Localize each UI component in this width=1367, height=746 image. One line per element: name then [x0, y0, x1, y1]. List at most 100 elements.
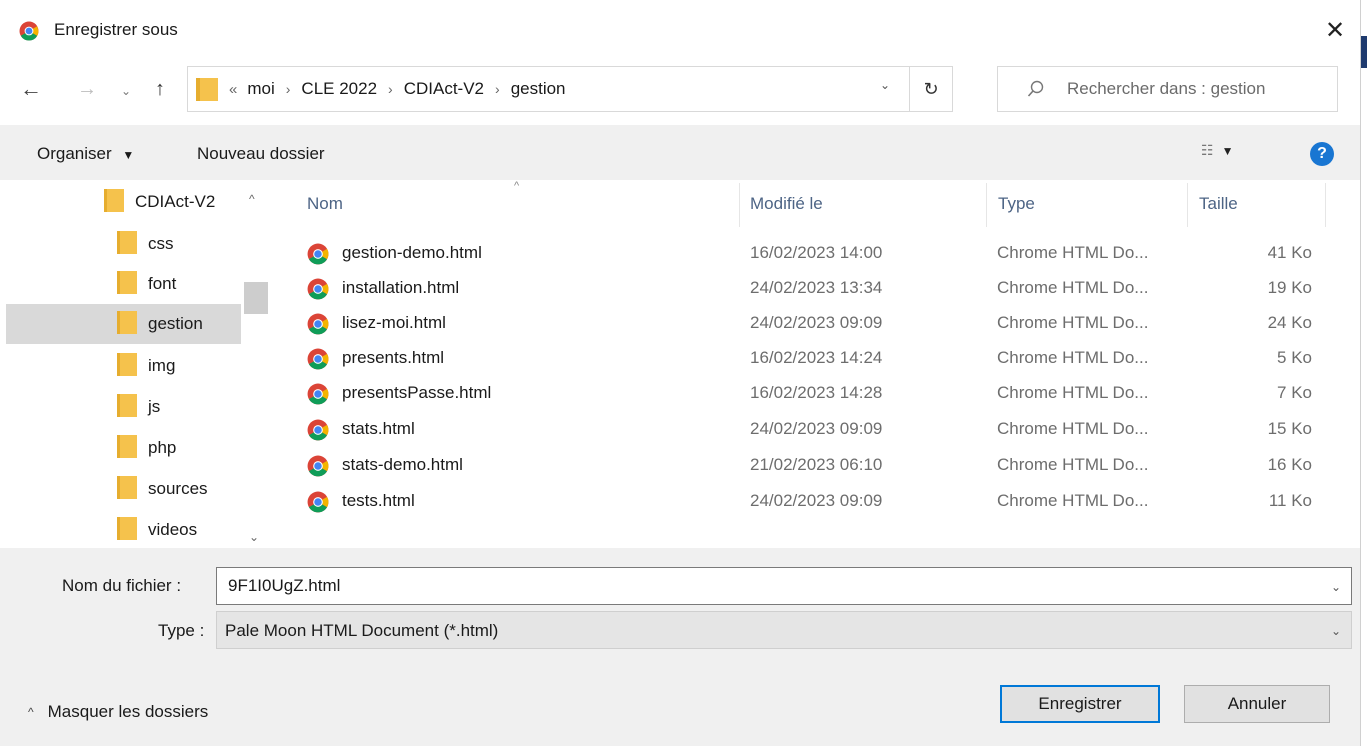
file-modified: 24/02/2023 09:09 [750, 491, 883, 510]
tree-item-font[interactable]: font [0, 264, 241, 304]
file-type: Chrome HTML Do... [997, 348, 1149, 367]
tree-item-label: css [148, 234, 174, 253]
tree-item-sources[interactable]: sources [0, 469, 241, 509]
file-name: stats.html [342, 419, 415, 438]
column-divider[interactable] [986, 183, 987, 227]
scroll-down-icon[interactable]: ⌄ [249, 530, 259, 544]
chrome-html-file-icon [307, 278, 329, 305]
chevron-down-icon[interactable]: ⌄ [1331, 580, 1341, 594]
folder-icon [116, 269, 138, 300]
scroll-up-icon[interactable]: ^ [249, 192, 255, 206]
file-row[interactable]: stats.html 24/02/2023 09:09 Chrome HTML … [272, 413, 1332, 448]
file-modified: 24/02/2023 13:34 [750, 278, 883, 297]
folder-icon [116, 392, 138, 423]
folder-icon [116, 351, 138, 382]
window-title: Enregistrer sous [54, 20, 178, 39]
breadcrumb-separator[interactable]: › [388, 81, 393, 97]
up-button[interactable]: ↑ [147, 74, 173, 104]
folder-icon [195, 76, 219, 107]
hide-folders-button[interactable]: ^ Masquer les dossiers [28, 702, 208, 722]
folder-icon [116, 433, 138, 464]
file-row[interactable]: lisez-moi.html 24/02/2023 09:09 Chrome H… [272, 307, 1332, 342]
chrome-icon [19, 21, 39, 41]
chrome-html-file-icon [307, 313, 329, 340]
tree-item-label: sources [148, 479, 208, 498]
tree-item-php[interactable]: php [0, 428, 241, 468]
back-button[interactable]: ← [18, 74, 44, 104]
type-label: Type : [158, 621, 205, 640]
window-edge [1360, 0, 1367, 746]
file-name: presentsPasse.html [342, 383, 492, 402]
tree-item-label: gestion [148, 314, 203, 333]
column-divider[interactable] [1187, 183, 1188, 227]
tree-item-css[interactable]: css [0, 224, 241, 264]
tree-scrollbar[interactable] [241, 180, 269, 548]
file-size: 24 Ko [1267, 313, 1312, 332]
save-button[interactable]: Enregistrer [1000, 685, 1160, 723]
file-type: Chrome HTML Do... [997, 313, 1149, 332]
new-folder-button[interactable]: Nouveau dossier [197, 144, 325, 164]
chrome-html-file-icon [307, 383, 329, 410]
chevron-up-icon: ^ [28, 705, 34, 719]
file-size: 41 Ko [1267, 243, 1312, 262]
breadcrumb-item-moi[interactable]: moi [247, 79, 274, 99]
column-header-name[interactable]: Nom [307, 194, 343, 214]
column-header-modified[interactable]: Modifié le [750, 194, 823, 214]
breadcrumb-item-gestion[interactable]: gestion [511, 79, 566, 99]
tree-item-videos[interactable]: videos [0, 510, 241, 550]
filename-label: Nom du fichier : [62, 576, 182, 595]
tree-item-js[interactable]: js [0, 387, 241, 427]
file-size: 11 Ko [1268, 491, 1312, 510]
address-history-dropdown[interactable]: ⌄ [880, 78, 890, 92]
refresh-button[interactable]: ↻ [909, 66, 953, 112]
help-icon[interactable]: ? [1310, 142, 1334, 166]
file-row[interactable]: presents.html 16/02/2023 14:24 Chrome HT… [272, 342, 1332, 377]
sort-ascending-icon: ^ [514, 180, 520, 192]
tree-item-label: js [148, 397, 161, 416]
column-divider[interactable] [1325, 183, 1326, 227]
organize-button[interactable]: Organiser ▼ [37, 144, 134, 164]
breadcrumb-item-cle-2022[interactable]: CLE 2022 [301, 79, 377, 99]
recent-locations-button[interactable]: ⌄ [113, 76, 139, 106]
file-row[interactable]: presentsPasse.html 16/02/2023 14:28 Chro… [272, 377, 1332, 412]
file-name: tests.html [342, 491, 415, 510]
folder-icon [116, 229, 138, 260]
column-header-type[interactable]: Type [998, 194, 1035, 214]
tree-item-label: CDIAct-V2 [135, 192, 216, 211]
filename-value[interactable]: 9F1I0UgZ.html [228, 576, 340, 596]
view-icon: ☷ [1201, 142, 1214, 158]
file-modified: 24/02/2023 09:09 [750, 313, 883, 332]
column-divider[interactable] [739, 183, 740, 227]
tree-item-gestion[interactable]: gestion [6, 304, 241, 344]
cancel-button[interactable]: Annuler [1184, 685, 1330, 723]
file-row[interactable]: gestion-demo.html 16/02/2023 14:00 Chrom… [272, 237, 1332, 272]
tree-item-img[interactable]: img [0, 346, 241, 386]
background-window-edge [1361, 36, 1367, 68]
file-row[interactable]: installation.html 24/02/2023 13:34 Chrom… [272, 272, 1332, 307]
file-size: 7 Ko [1277, 383, 1312, 402]
file-type: Chrome HTML Do... [997, 243, 1149, 262]
filename-field[interactable] [216, 567, 1352, 605]
close-button[interactable]: ✕ [1318, 12, 1352, 48]
file-name: gestion-demo.html [342, 243, 482, 262]
file-type-value[interactable]: Pale Moon HTML Document (*.html) [225, 621, 498, 641]
scrollbar-thumb[interactable] [244, 282, 268, 314]
tree-item-label: videos [148, 520, 198, 539]
forward-button[interactable]: → [74, 74, 100, 104]
file-row[interactable]: stats-demo.html 21/02/2023 06:10 Chrome … [272, 449, 1332, 484]
breadcrumb-separator[interactable]: › [495, 81, 500, 97]
file-row[interactable]: tests.html 24/02/2023 09:09 Chrome HTML … [272, 485, 1332, 520]
change-view-button[interactable]: ☷ ▼ [1201, 142, 1233, 159]
navigation-tree: CDIAct-V2 css font gestion img js php so… [0, 180, 270, 548]
file-type: Chrome HTML Do... [997, 419, 1149, 438]
column-header-size[interactable]: Taille [1199, 194, 1238, 214]
file-modified: 21/02/2023 06:10 [750, 455, 883, 474]
search-input[interactable]: Rechercher dans : gestion [1067, 79, 1265, 99]
breadcrumb-overflow-button[interactable]: « [229, 81, 237, 98]
breadcrumb-separator[interactable]: › [286, 81, 291, 97]
chevron-down-icon[interactable]: ⌄ [1331, 624, 1341, 638]
chrome-html-file-icon [307, 491, 329, 518]
caret-down-icon: ▼ [122, 148, 135, 162]
tree-item-cdiact-v2[interactable]: CDIAct-V2 [0, 182, 241, 222]
breadcrumb-item-cdiact-v2[interactable]: CDIAct-V2 [404, 79, 484, 99]
